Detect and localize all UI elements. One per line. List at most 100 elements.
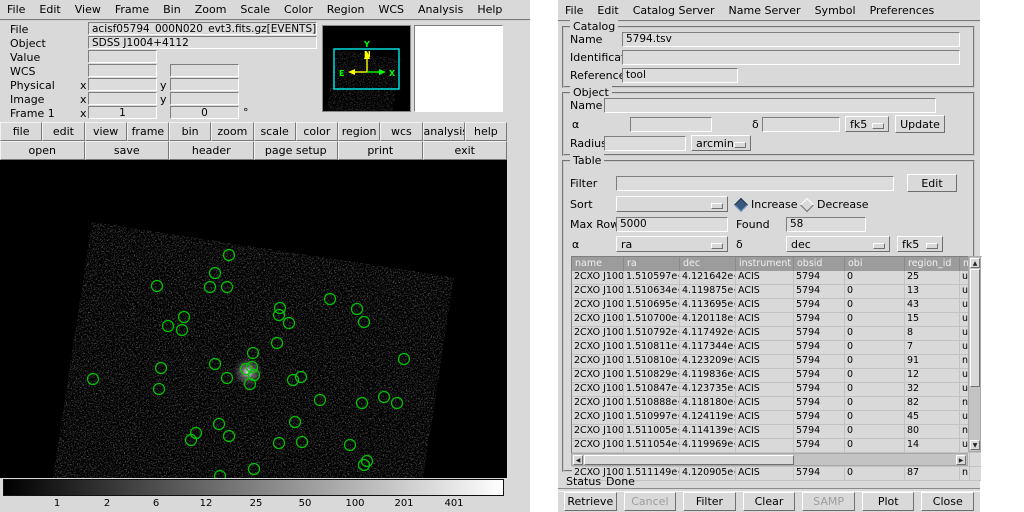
column-header-instrument[interactable]: instrument [736,257,794,271]
value-field[interactable] [88,50,157,63]
ds9-menu-wcs[interactable]: WCS [371,1,411,18]
toolbar-button-header[interactable]: header [169,141,254,160]
identification-field[interactable] [622,50,960,65]
scroll-down-arrow[interactable]: ▼ [970,440,980,450]
ds9-menu-help[interactable]: Help [470,1,509,18]
column-header-dec[interactable]: dec [680,257,736,271]
ds9-menu-scale[interactable]: Scale [233,1,277,18]
filter-button[interactable]: Filter [683,492,736,511]
ds9-menu-frame[interactable]: Frame [108,1,156,18]
toolbar-button-help[interactable]: help [465,122,507,141]
catalog-menu-preferences[interactable]: Preferences [863,2,942,19]
ds9-menu-region[interactable]: Region [320,1,372,18]
toolbar-button-analysis[interactable]: analysis [423,122,465,141]
image-canvas[interactable] [0,160,507,478]
wcs-dec-field[interactable] [170,64,239,77]
plot-button[interactable]: Plot [862,492,915,511]
clear-button[interactable]: Clear [743,492,796,511]
toolbar-button-bin[interactable]: bin [169,122,211,141]
column-header-region-id[interactable]: region_id [905,257,960,271]
retrieve-button[interactable]: Retrieve [564,492,617,511]
close-button[interactable]: Close [921,492,974,511]
radius-field[interactable] [604,136,686,151]
object-delta-field[interactable] [762,117,840,132]
table-row[interactable]: 2CXO J100411.510634e+04.119875e+0ACIS579… [572,285,981,299]
table-row[interactable]: 2CXO J100421.510888e+04.118180e+0ACIS579… [572,397,981,411]
table-row[interactable]: 2CXO J100421.510847e+04.123735e+0ACIS579… [572,383,981,397]
panner[interactable]: Y N E X [322,25,411,112]
toolbar-button-zoom[interactable]: zoom [211,122,253,141]
table-row[interactable]: 2CXO J100411.510810e+04.123209e+0ACIS579… [572,355,981,369]
toolbar-button-open[interactable]: open [0,141,85,160]
toolbar-button-save[interactable]: save [85,141,170,160]
found-field[interactable]: 58 [786,217,866,232]
toolbar-button-wcs[interactable]: wcs [380,122,422,141]
filter-field[interactable] [616,176,894,191]
scroll-right-arrow[interactable]: ▶ [956,455,966,465]
column-header-name[interactable]: name [572,257,624,271]
scroll-up-arrow[interactable]: ▲ [970,258,980,268]
catalog-menu-symbol[interactable]: Symbol [808,2,863,19]
toolbar-button-file[interactable]: file [0,122,42,141]
sort-dropdown[interactable] [616,196,728,212]
ds9-menu-file[interactable]: File [0,1,32,18]
toolbar-button-page-setup[interactable]: page setup [254,141,339,160]
toolbar-button-color[interactable]: color [296,122,338,141]
sort-increase-radio[interactable]: Increase [736,198,798,211]
update-button[interactable]: Update [895,115,945,133]
zoom-field[interactable]: 1 [88,106,157,119]
table-delta-dropdown[interactable]: dec [786,236,890,252]
catalog-menu-file[interactable]: File [558,2,590,19]
magnifier[interactable] [414,25,503,112]
radius-unit-dropdown[interactable]: arcmin [691,135,751,151]
catalog-menu-edit[interactable]: Edit [590,2,625,19]
image-x-field[interactable] [88,92,157,105]
column-header-obi[interactable]: obi [845,257,905,271]
table-alpha-dropdown[interactable]: ra [616,236,728,252]
toolbar-button-print[interactable]: print [338,141,423,160]
table-row[interactable]: 2CXO J100411.510829e+04.119836e+0ACIS579… [572,369,981,383]
object-coordsys-dropdown[interactable]: fk5 [845,116,889,132]
filter-edit-button[interactable]: Edit [907,174,957,192]
toolbar-button-frame[interactable]: frame [127,122,169,141]
sort-decrease-radio[interactable]: Decrease [802,198,869,211]
table-row[interactable]: 2CXO J100411.510597e+04.121642e+0ACIS579… [572,271,981,285]
table-row[interactable]: 2CXO J100421.511054e+04.119969e+0ACIS579… [572,439,981,453]
toolbar-button-view[interactable]: view [85,122,127,141]
column-header-obsid[interactable]: obsid [794,257,845,271]
table-row[interactable]: 2CXO J100411.510811e+04.117344e+0ACIS579… [572,341,981,355]
ds9-menu-bin[interactable]: Bin [156,1,188,18]
reference-field[interactable]: tool [622,68,738,83]
wcs-ra-field[interactable] [88,64,157,77]
table-row[interactable]: 2CXO J100411.510695e+04.113695e+0ACIS579… [572,299,981,313]
file-value-field[interactable]: acisf05794_000N020_evt3.fits.gz[EVENTS] [88,22,317,35]
max-rows-field[interactable]: 5000 [616,217,728,232]
table-row[interactable]: 2CXO J100411.510792e+04.117492e+0ACIS579… [572,327,981,341]
object-value-field[interactable]: SDSS J1004+4112 [88,36,317,49]
table-row[interactable]: 2CXO J100411.510700e+04.120118e+0ACIS579… [572,313,981,327]
catalog-name-field[interactable]: 5794.tsv [622,32,960,47]
scroll-left-arrow[interactable]: ◀ [573,455,583,465]
ds9-menu-zoom[interactable]: Zoom [188,1,234,18]
toolbar-button-scale[interactable]: scale [254,122,296,141]
colorbar[interactable] [3,479,504,496]
object-name-field[interactable] [604,98,936,113]
horizontal-scroll-thumb[interactable] [584,455,794,465]
toolbar-button-exit[interactable]: exit [423,141,508,160]
column-header-ra[interactable]: ra [624,257,680,271]
vertical-scroll-thumb[interactable] [970,269,980,387]
ds9-menu-view[interactable]: View [68,1,108,18]
table-row[interactable]: 2CXO J100421.510997e+04.124119e+0ACIS579… [572,411,981,425]
table-coordsys-dropdown[interactable]: fk5 [897,236,943,252]
toolbar-button-edit[interactable]: edit [42,122,84,141]
toolbar-button-region[interactable]: region [338,122,380,141]
physical-x-field[interactable] [88,78,157,91]
ds9-menu-analysis[interactable]: Analysis [411,1,470,18]
rotation-field[interactable]: 0 [170,106,239,119]
ds9-menu-edit[interactable]: Edit [32,1,67,18]
physical-y-field[interactable] [170,78,239,91]
table-horizontal-scrollbar[interactable]: ◀ ▶ [571,453,968,466]
table-row[interactable]: 2CXO J100421.511005e+04.114139e+0ACIS579… [572,425,981,439]
object-alpha-field[interactable] [630,117,712,132]
catalog-menu-name-server[interactable]: Name Server [722,2,808,19]
